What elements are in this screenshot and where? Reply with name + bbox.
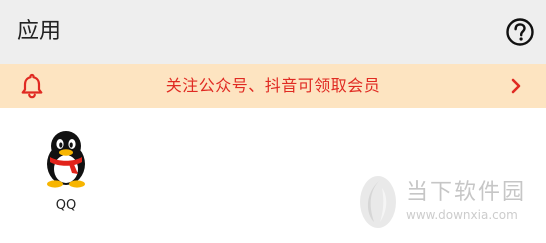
- help-button[interactable]: [504, 16, 536, 48]
- qq-penguin-icon: [40, 129, 92, 189]
- notice-banner[interactable]: 关注公众号、抖音可领取会员: [0, 64, 546, 108]
- watermark-logo-icon: [358, 174, 398, 230]
- app-bar: 应用: [0, 0, 546, 64]
- help-circle-icon: [506, 18, 534, 46]
- watermark-name: 当下软件园: [406, 180, 527, 205]
- page-title: 应用: [17, 19, 62, 44]
- chevron-right-icon: [508, 77, 524, 95]
- app-item-qq[interactable]: QQ: [26, 124, 106, 220]
- watermark-url: www.downxia.com: [406, 208, 518, 222]
- bell-icon: [20, 73, 44, 99]
- notice-text: 关注公众号、抖音可领取会员: [165, 76, 381, 95]
- app-label: QQ: [55, 198, 77, 213]
- watermark: 当下软件园 www.downxia.com: [356, 170, 546, 240]
